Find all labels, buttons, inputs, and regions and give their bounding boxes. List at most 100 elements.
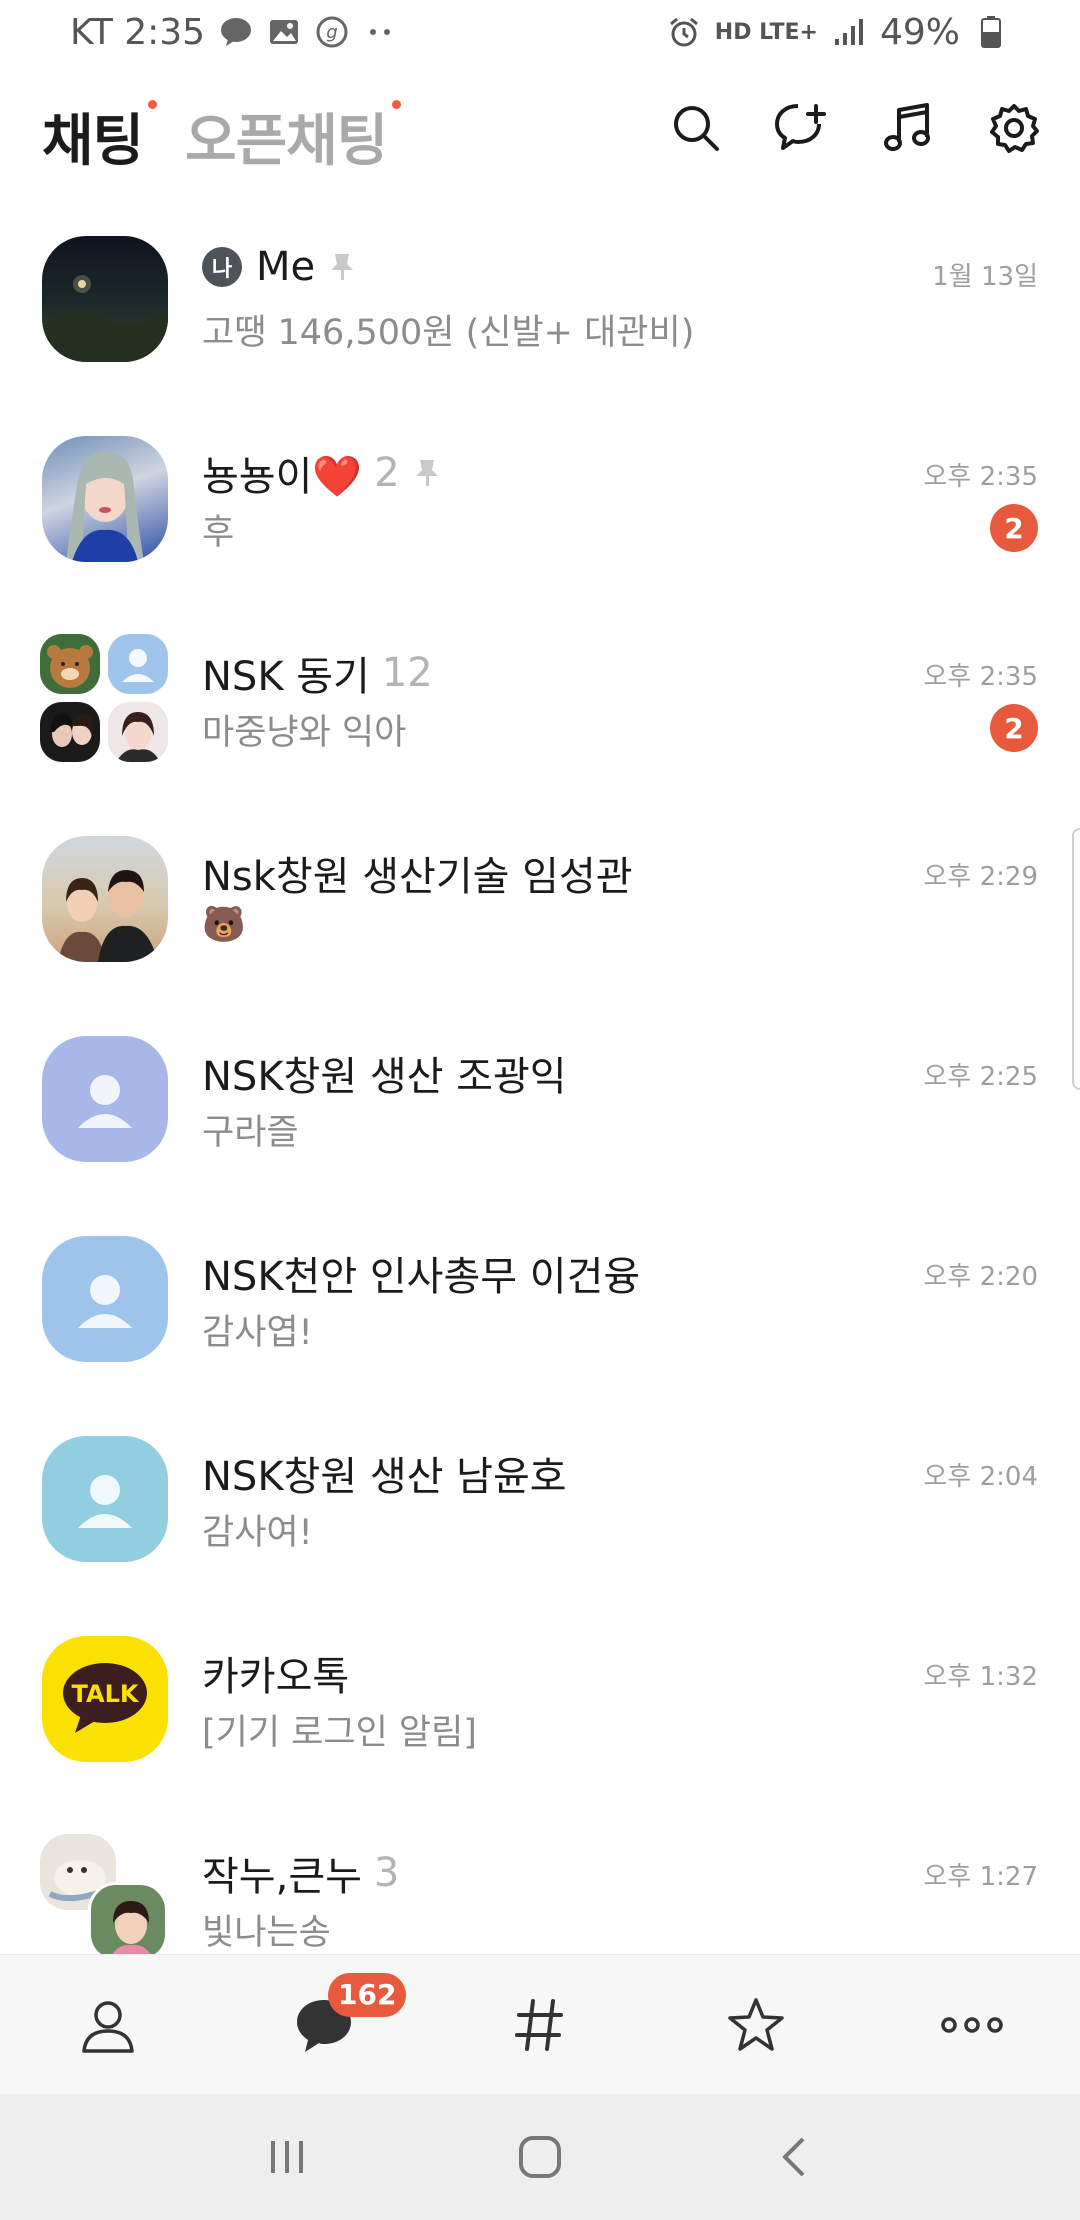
- chat-row[interactable]: Nsk창원 생산기술 임성관 🐻 오후 2:29: [0, 800, 1080, 1000]
- chat-name: 작누,큰누 3: [202, 1844, 399, 1902]
- chat-name: NSK창원 생산 남윤호: [202, 1444, 567, 1502]
- chat-time: 오후 2:35: [923, 462, 1039, 492]
- gallery-notification-icon: [267, 15, 301, 49]
- chat-time: 오후 2:20: [923, 1262, 1039, 1292]
- group-avatar: [40, 1834, 172, 1954]
- avatar: [108, 702, 168, 762]
- chat-preview: 고땡 146,500원 (신발+ 대관비): [202, 313, 695, 353]
- chat-title: NSK 동기: [202, 654, 370, 700]
- more-notifications-icon: [363, 15, 397, 49]
- chat-time: 오후 1:27: [923, 1862, 1039, 1892]
- chat-title: NSK천안 인사총무 이건융: [202, 1254, 641, 1300]
- group-avatar: [40, 634, 172, 766]
- recents-icon: [270, 2141, 303, 2173]
- chat-name: 뇽뇽이❤️ 2: [202, 444, 440, 502]
- chat-time: 오후 2:29: [923, 862, 1039, 892]
- settings-icon[interactable]: [986, 100, 1042, 156]
- chat-row-kakaotalk[interactable]: TALK 카카오톡 [기기 로그인 알림] 오후 1:32: [0, 1600, 1080, 1800]
- recent-apps-button[interactable]: [247, 2117, 327, 2197]
- chat-row[interactable]: NSK 동기 12 마중냥와 익아 오후 2:35 2: [0, 600, 1080, 800]
- chats-unread-badge: 162: [328, 1972, 407, 2017]
- member-count: 2: [374, 450, 400, 496]
- header: 채팅 오픈채팅: [0, 86, 1080, 186]
- back-button[interactable]: [753, 2117, 833, 2197]
- chat-name: NSK창원 생산 조광익: [202, 1044, 567, 1102]
- avatar: [42, 1236, 168, 1362]
- new-dot: [392, 99, 402, 109]
- chat-time: 오후 1:32: [923, 1662, 1039, 1692]
- header-actions: [668, 100, 1042, 156]
- nav-favorites[interactable]: [696, 1965, 816, 2085]
- unread-badge: 2: [990, 504, 1038, 552]
- chat-title: NSK창원 생산 남윤호: [202, 1454, 567, 1500]
- chat-name: 카카오톡: [202, 1644, 349, 1702]
- chat-name: Nsk창원 생산기술 임성관: [202, 844, 633, 902]
- hashtag-icon: [515, 1998, 563, 2051]
- nav-hashtag[interactable]: [480, 1965, 600, 2085]
- avatar: [42, 236, 168, 362]
- nav-friends[interactable]: [48, 1965, 168, 2085]
- avatar: TALK: [42, 1636, 168, 1762]
- g-app-notification-icon: g: [315, 15, 349, 49]
- svg-text:g: g: [326, 22, 337, 43]
- signal-icon: [832, 15, 866, 49]
- chat-title: 작누,큰누: [202, 1854, 362, 1900]
- tab-chats[interactable]: 채팅: [42, 96, 158, 177]
- chat-title: Me: [256, 244, 316, 290]
- home-button[interactable]: [500, 2117, 580, 2197]
- kakao-logo-text: TALK: [71, 1680, 139, 1708]
- avatar: [108, 634, 168, 694]
- back-icon: [782, 2137, 805, 2177]
- chat-title: 카카오톡: [202, 1654, 350, 1700]
- chat-row-me[interactable]: 나 Me 고땡 146,500원 (신발+ 대관비) 1월 13일: [0, 200, 1080, 400]
- pin-icon: [329, 252, 355, 282]
- chat-name: NSK천안 인사총무 이건융: [202, 1244, 640, 1302]
- chat-preview: 후: [202, 513, 235, 553]
- chat-time: 오후 2:04: [923, 1462, 1039, 1492]
- pin-icon: [414, 458, 440, 488]
- chat-name: 나 Me: [202, 244, 355, 290]
- chat-preview: 🐻: [202, 905, 246, 945]
- chat-preview: 마중냥와 익아: [202, 713, 407, 753]
- nav-chats[interactable]: 162: [264, 1965, 407, 2085]
- status-right: HD LTE+ 49%: [667, 12, 1008, 53]
- chat-preview: 구라즐: [202, 1113, 299, 1153]
- tab-open-chats-label: 오픈채팅: [185, 108, 388, 174]
- status-bar: KT 2:35 g HD LTE+ 49%: [0, 0, 1080, 64]
- star-icon: [728, 1997, 784, 2051]
- chat-title: Nsk창원 생산기술 임성관: [202, 854, 633, 900]
- battery-percent: 49%: [879, 11, 960, 53]
- avatar: [42, 436, 168, 562]
- chat-row[interactable]: 작누,큰누 3 빛나는송 오후 1:27: [0, 1800, 1080, 1954]
- member-count: 12: [381, 650, 433, 696]
- scroll-handle[interactable]: [1072, 828, 1080, 1090]
- chat-preview: [기기 로그인 알림]: [202, 1713, 477, 1753]
- avatar: [40, 634, 100, 694]
- nav-more[interactable]: [912, 1965, 1032, 2085]
- chat-row[interactable]: NSK창원 생산 조광익 구라즐 오후 2:25: [0, 1000, 1080, 1200]
- avatar: [40, 702, 100, 762]
- more-icon: [941, 2016, 1003, 2033]
- chat-time: 오후 2:25: [923, 1062, 1039, 1092]
- search-icon[interactable]: [668, 100, 724, 156]
- music-icon[interactable]: [880, 100, 936, 156]
- new-chat-icon[interactable]: [774, 100, 830, 156]
- talk-notification-icon: [219, 15, 253, 49]
- chat-title: NSK창원 생산 조광익: [202, 1054, 567, 1100]
- chat-time: 1월 13일: [932, 262, 1038, 292]
- battery-icon: [974, 15, 1008, 49]
- friends-icon: [82, 2000, 134, 2053]
- chat-row[interactable]: 뇽뇽이❤️ 2 후 오후 2:35 2: [0, 400, 1080, 600]
- chat-preview: 빛나는송: [202, 1913, 331, 1953]
- member-count: 3: [373, 1850, 400, 1896]
- avatar: [42, 1036, 168, 1162]
- status-left: KT 2:35 g: [70, 12, 397, 53]
- new-dot: [148, 99, 158, 109]
- unread-badge: 2: [990, 704, 1038, 752]
- chat-list[interactable]: 나 Me 고땡 146,500원 (신발+ 대관비) 1월 13일 뇽뇽이❤️ …: [0, 200, 1080, 1954]
- avatar: [88, 1882, 168, 1954]
- tab-chats-label: 채팅: [42, 108, 144, 174]
- chat-row[interactable]: NSK창원 생산 남윤호 감사여! 오후 2:04: [0, 1400, 1080, 1600]
- chat-row[interactable]: NSK천안 인사총무 이건융 감사엽! 오후 2:20: [0, 1200, 1080, 1400]
- tab-open-chats[interactable]: 오픈채팅: [185, 96, 402, 177]
